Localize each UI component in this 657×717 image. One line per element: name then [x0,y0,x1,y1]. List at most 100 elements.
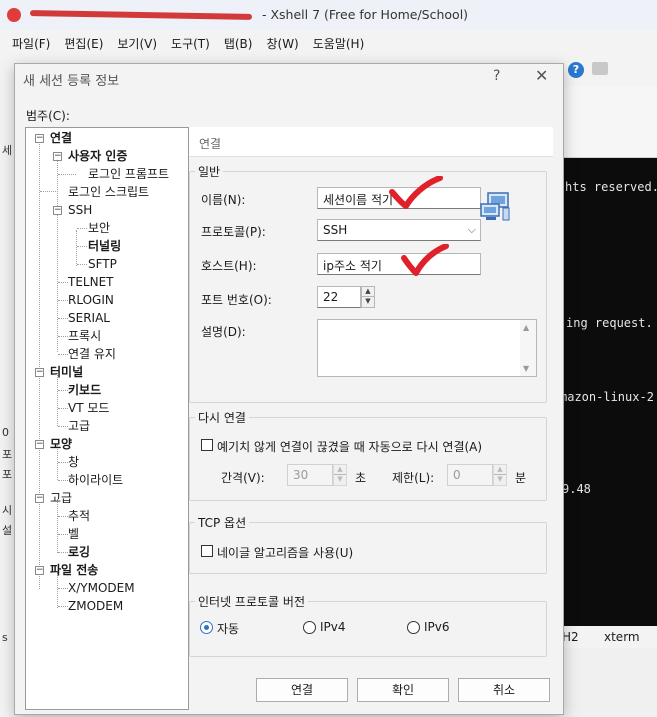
tree-line [77,228,87,229]
scroll-down-icon[interactable]: ▼ [523,364,529,373]
panel-header: 연결 [189,127,553,157]
tree-line [58,426,68,427]
tree-item[interactable]: 프록시 [68,328,101,344]
reconnect-group [189,417,547,501]
tree-item[interactable]: SSH [68,202,92,218]
tree-item[interactable]: 로그인 스크립트 [68,184,149,200]
port-input[interactable]: 22 [317,286,361,308]
tree-item[interactable]: 파일 전송 [50,562,98,578]
auto-reconnect-checkbox[interactable] [201,439,213,451]
menu-window[interactable]: 창(W) [266,35,298,52]
tree-item[interactable]: TELNET [68,274,114,290]
spin-up-icon[interactable]: ▲ [334,465,346,475]
tree-item[interactable]: 고급 [50,490,72,506]
tree-item[interactable]: 보안 [88,220,110,236]
tree-collapse-toggle[interactable]: − [53,152,62,161]
host-input[interactable]: ip주소 적기 [317,253,481,275]
tree-item[interactable]: 모양 [50,436,72,452]
name-input-value: 세션이름 적기 [323,193,394,207]
interval-input[interactable]: 30 [287,464,333,486]
port-spinner[interactable]: ▲ ▼ [361,286,375,308]
nagle-checkbox[interactable] [201,545,213,557]
host-label: 호스트(H): [201,259,257,273]
ok-button[interactable]: 확인 [357,678,449,702]
tree-item[interactable]: VT 모드 [68,400,109,416]
limit-spinner[interactable]: ▲ ▼ [493,464,507,486]
menu-tools[interactable]: 도구(T) [171,35,210,52]
description-textarea[interactable]: ▲ ▼ [317,319,537,377]
tree-item[interactable]: 로그인 프롬프트 [88,166,169,182]
tree-item[interactable]: 창 [68,454,79,470]
spin-up-icon[interactable]: ▲ [494,465,506,475]
tree-line [58,282,68,283]
terminal-pane[interactable]: hts reserved. ing request. mazon-linux-2… [560,158,657,626]
chat-icon[interactable] [592,62,608,75]
tree-collapse-toggle[interactable]: − [35,440,44,449]
left-strip-text: 포 [2,468,13,481]
limit-input[interactable]: 0 [447,464,493,486]
spin-down-icon[interactable]: ▼ [362,297,374,307]
left-strip-text: 시 [2,504,13,517]
tree-item[interactable]: 추적 [68,508,90,524]
tree-item[interactable]: 키보드 [68,382,101,398]
ipv6-radio[interactable] [407,621,420,634]
help-icon[interactable]: ? [568,62,584,78]
category-tree[interactable]: − 연결 − 사용자 인증 로그인 프롬프트 로그인 스크립트 − SSH 보안… [25,127,189,710]
tree-collapse-toggle[interactable]: − [35,566,44,575]
tree-collapse-toggle[interactable]: − [35,368,44,377]
ipv4-radio[interactable] [303,621,316,634]
tree-item[interactable]: SERIAL [68,310,110,326]
status-term-type: xterm [604,630,640,644]
red-checkmark-host [401,244,449,276]
menu-edit[interactable]: 편집(E) [64,35,103,52]
dialog-help-button[interactable]: ? [493,68,500,84]
tree-line [57,158,58,352]
tree-item[interactable]: 터널링 [88,238,121,254]
tree-item[interactable]: 터미널 [50,364,83,380]
spin-down-icon[interactable]: ▼ [334,475,346,485]
interval-spinner[interactable]: ▲ ▼ [333,464,347,486]
scroll-up-icon[interactable]: ▲ [523,323,529,332]
ipv4-label[interactable]: IPv4 [320,620,346,634]
protocol-select-value: SSH [323,223,348,237]
tree-collapse-toggle[interactable]: − [35,134,44,143]
tree-line [58,336,68,337]
spin-down-icon[interactable]: ▼ [494,475,506,485]
tree-item[interactable]: ZMODEM [68,598,123,614]
menu-view[interactable]: 보기(V) [117,35,157,52]
menu-help[interactable]: 도움말(H) [313,35,365,52]
menu-file[interactable]: 파일(F) [12,35,50,52]
tree-item[interactable]: 로깅 [68,544,90,560]
menu-tab[interactable]: 탭(B) [224,35,253,52]
tree-line [57,499,58,553]
tree-item[interactable]: 하이라이트 [68,472,123,488]
protocol-select[interactable]: SSH ⌵ [317,219,481,241]
description-scrollbar[interactable]: ▲ ▼ [520,320,536,376]
dialog-close-button[interactable]: ✕ [535,66,548,85]
ipv6-label[interactable]: IPv6 [424,620,450,634]
ip-auto-label[interactable]: 자동 [217,620,239,637]
tree-collapse-toggle[interactable]: − [53,206,62,215]
tree-item[interactable]: X/YMODEM [68,580,135,596]
xshell-logo-icon [7,8,21,22]
interval-label: 간격(V): [221,471,265,485]
cancel-button[interactable]: 취소 [458,678,550,702]
tree-item[interactable]: SFTP [88,256,117,272]
ip-auto-radio[interactable] [200,621,213,634]
tree-item[interactable]: 연결 유지 [68,346,116,362]
tree-item[interactable]: 고급 [68,418,90,434]
panel-header-title: 연결 [199,137,222,151]
auto-reconnect-label[interactable]: 예기치 않게 연결이 끊겼을 때 자동으로 다시 연결(A) [217,438,482,455]
protocol-label: 프로토콜(P): [201,225,266,239]
interval-input-value: 30 [293,468,309,482]
port-label: 포트 번호(O): [201,293,272,307]
tree-item[interactable]: 사용자 인증 [68,148,127,164]
tree-item[interactable]: 벨 [68,526,79,542]
spin-up-icon[interactable]: ▲ [362,287,374,297]
tree-item[interactable]: RLOGIN [68,292,114,308]
left-strip-text: s [2,631,8,644]
tree-item[interactable]: 연결 [50,130,72,146]
nagle-label[interactable]: 네이글 알고리즘을 사용(U) [217,544,353,561]
connect-button[interactable]: 연결 [256,678,348,702]
tree-collapse-toggle[interactable]: − [35,494,44,503]
